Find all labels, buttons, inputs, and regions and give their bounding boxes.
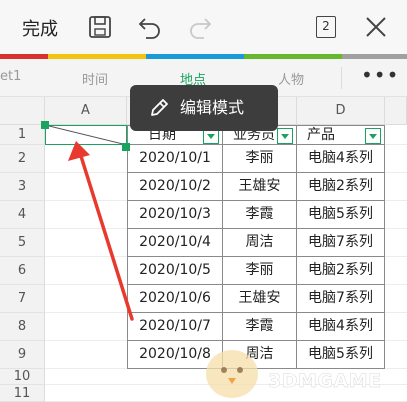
- top-toolbar: 完成 2: [0, 0, 407, 54]
- close-icon[interactable]: [363, 14, 389, 40]
- undo-icon[interactable]: [137, 14, 163, 40]
- tab-sheet1-partial[interactable]: et1: [0, 69, 21, 84]
- tab-count-button[interactable]: 2: [316, 16, 336, 38]
- watermark-text: 3DMGAME: [268, 370, 382, 393]
- more-icon[interactable]: •••: [361, 63, 399, 87]
- edit-mode-label: 编辑模式: [180, 98, 245, 117]
- tab-divider: [341, 67, 342, 89]
- pencil-icon: [151, 99, 168, 116]
- tab-time[interactable]: 时间: [82, 69, 108, 88]
- save-icon[interactable]: [87, 14, 113, 40]
- redo-icon[interactable]: [187, 14, 213, 40]
- done-button[interactable]: 完成: [22, 15, 58, 41]
- tab-people[interactable]: 人物: [278, 69, 304, 88]
- edit-mode-tooltip[interactable]: 编辑模式: [130, 85, 278, 131]
- watermark-mascot: [206, 350, 258, 398]
